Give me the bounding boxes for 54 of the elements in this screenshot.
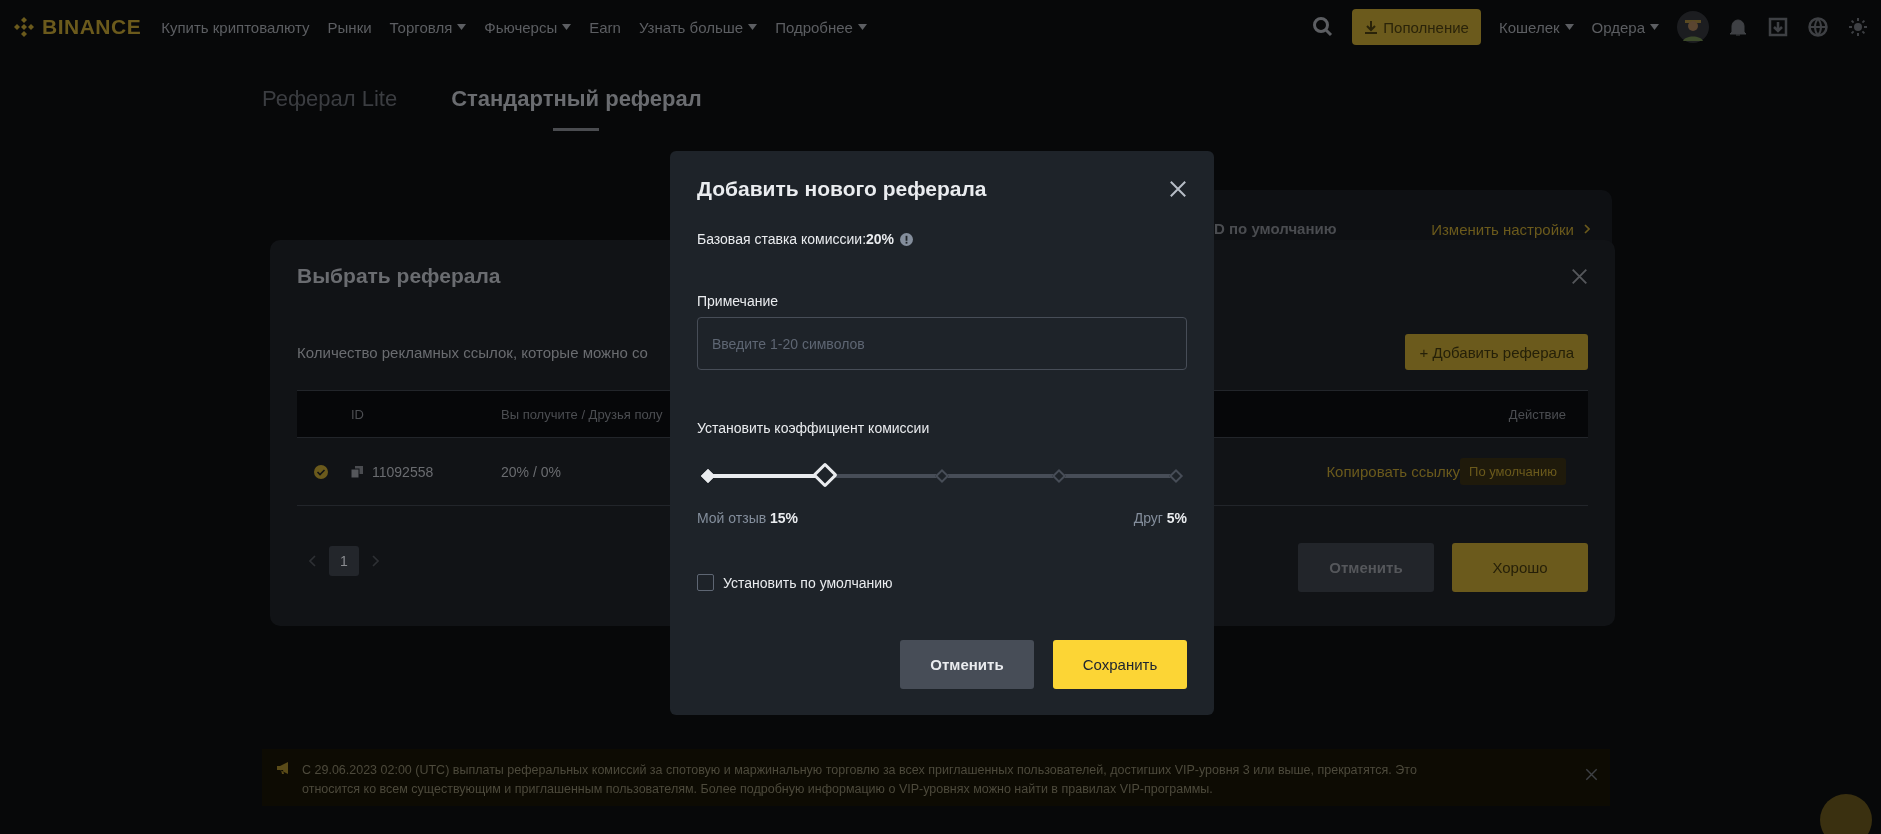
dialog-title: Добавить нового реферала: [697, 177, 987, 201]
table-cell: 11092558: [372, 463, 434, 480]
transfer-icon[interactable]: [1767, 16, 1789, 38]
logo-text[interactable]: BINANCE: [42, 15, 142, 39]
logo-icon: [12, 15, 36, 39]
close-icon[interactable]: [1169, 180, 1187, 198]
default-badge: По умолчанию: [1460, 458, 1566, 485]
note-input[interactable]: Введите 1-20 символов: [697, 317, 1187, 370]
search-icon[interactable]: [1312, 16, 1335, 38]
deposit-button[interactable]: Пополнение: [1352, 9, 1481, 45]
my-share-text: Мой отзыв 15%: [697, 510, 799, 526]
add-referral-button[interactable]: + Добавить реферала: [1405, 334, 1588, 370]
settings-link[interactable]: Изменить настройки: [1431, 220, 1574, 238]
sun-icon[interactable]: [1847, 16, 1869, 38]
default-label: D по умолчанию: [1214, 220, 1337, 237]
tab[interactable]: Реферал Lite: [262, 86, 398, 112]
checkbox-label: Установить по умолчанию: [723, 574, 893, 591]
note-label: Примечание: [697, 293, 780, 309]
copy-link[interactable]: Копировать ссылку: [1326, 463, 1461, 480]
default-checkbox[interactable]: [697, 574, 714, 591]
nav-link[interactable]: Ордера: [1591, 18, 1659, 36]
globe-icon[interactable]: [1807, 16, 1829, 38]
check-circle-icon[interactable]: [313, 463, 329, 480]
friend-share-text: Друг 5%: [1133, 510, 1187, 526]
dialog-title: Выбрать реферала: [297, 264, 501, 288]
table-cell: 20% / 0%: [501, 463, 561, 480]
chevron-right-icon: [1584, 224, 1590, 234]
bell-icon[interactable]: [1727, 16, 1749, 38]
nav-link[interactable]: Earn: [589, 18, 621, 36]
rate-label: Установить коэффициент комиссии: [697, 420, 931, 436]
copy-icon[interactable]: [351, 465, 363, 478]
nav-link[interactable]: Торговля: [389, 18, 467, 36]
chevron-right-icon[interactable]: [371, 555, 379, 567]
cancel-button[interactable]: Отменить: [900, 640, 1034, 689]
nav-link[interactable]: Купить криптовалюту: [161, 18, 310, 36]
download-icon: [1364, 20, 1379, 34]
column-header: Действие: [1508, 406, 1566, 422]
nav-link[interactable]: Фьючерсы: [484, 18, 572, 36]
tab[interactable]: Стандартный реферал: [451, 86, 702, 112]
nav-link[interactable]: Рынки: [327, 18, 372, 36]
description-text: Количество рекламных ссылок, которые можно со: [297, 343, 648, 361]
notice-text: С 29.06.2023 02:00 (UTC) выплаты реферальных комиссий за спотовую и маржинальную торговлю за всех приглашенных пользователей, достигших VIP-уровня 3 или выше, прекратятся. Это относится ко всем существующим и приглашенным пользователям. Более подробную информацию о VIP-уровнях можно найти в правилах VIP-программы.: [302, 762, 1418, 798]
base-rate-text: Базовая ставка комиссии:20%: [697, 231, 895, 247]
avatar-icon[interactable]: [1677, 11, 1709, 43]
nav-link[interactable]: Узнать больше: [638, 18, 758, 36]
column-header: ID: [351, 406, 364, 422]
save-button[interactable]: Сохранить: [1053, 640, 1187, 689]
page-button[interactable]: 1: [329, 546, 359, 576]
ok-button[interactable]: Хорошо: [1452, 543, 1588, 592]
nav-link[interactable]: Подробнее: [775, 18, 867, 36]
info-icon[interactable]: [900, 232, 914, 246]
column-header: Вы получите / Друзья полу: [501, 406, 663, 422]
nav-link[interactable]: Кошелек: [1498, 18, 1574, 36]
chevron-left-icon[interactable]: [309, 555, 317, 567]
